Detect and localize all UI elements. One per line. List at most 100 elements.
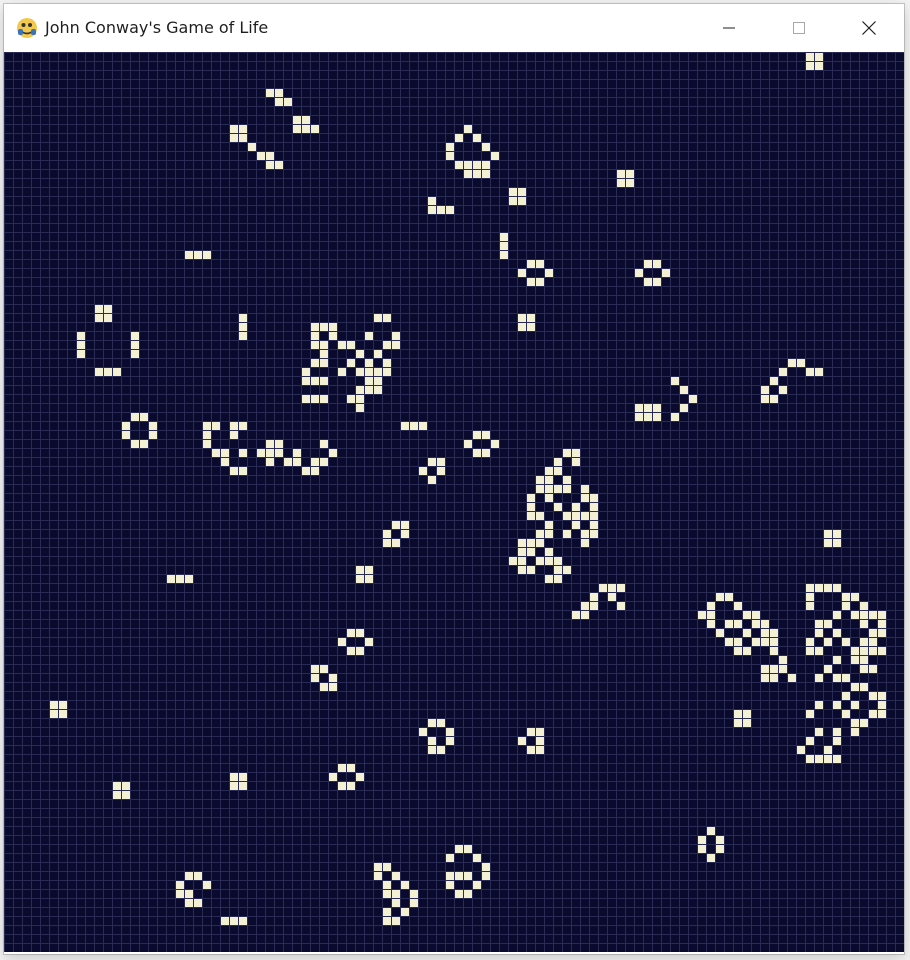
live-cell[interactable] — [356, 386, 364, 394]
live-cell[interactable] — [824, 638, 832, 646]
live-cell[interactable] — [473, 854, 481, 862]
live-cell[interactable] — [572, 521, 580, 529]
live-cell[interactable] — [383, 530, 391, 538]
live-cell[interactable] — [770, 647, 778, 655]
live-cell[interactable] — [509, 188, 517, 196]
live-cell[interactable] — [194, 872, 202, 880]
live-cell[interactable] — [527, 566, 535, 574]
live-cell[interactable] — [554, 575, 562, 583]
live-cell[interactable] — [311, 125, 319, 133]
live-cell[interactable] — [131, 350, 139, 358]
live-cell[interactable] — [815, 584, 823, 592]
live-cell[interactable] — [50, 710, 58, 718]
live-cell[interactable] — [824, 584, 832, 592]
live-cell[interactable] — [662, 269, 670, 277]
live-cell[interactable] — [50, 701, 58, 709]
live-cell[interactable] — [869, 638, 877, 646]
live-cell[interactable] — [230, 125, 238, 133]
live-cell[interactable] — [644, 260, 652, 268]
live-cell[interactable] — [401, 881, 409, 889]
live-cell[interactable] — [122, 791, 130, 799]
live-cell[interactable] — [860, 611, 868, 619]
live-cell[interactable] — [347, 341, 355, 349]
live-cell[interactable] — [473, 170, 481, 178]
live-cell[interactable] — [374, 377, 382, 385]
live-cell[interactable] — [824, 530, 832, 538]
live-cell[interactable] — [554, 485, 562, 493]
live-cell[interactable] — [437, 719, 445, 727]
live-cell[interactable] — [509, 197, 517, 205]
live-cell[interactable] — [527, 539, 535, 547]
live-cell[interactable] — [167, 575, 175, 583]
live-cell[interactable] — [644, 404, 652, 412]
live-cell[interactable] — [473, 134, 481, 142]
live-cell[interactable] — [563, 476, 571, 484]
live-cell[interactable] — [203, 422, 211, 430]
live-cell[interactable] — [401, 530, 409, 538]
live-cell[interactable] — [545, 557, 553, 565]
live-cell[interactable] — [347, 782, 355, 790]
live-cell[interactable] — [491, 440, 499, 448]
live-cell[interactable] — [302, 395, 310, 403]
live-cell[interactable] — [221, 917, 229, 925]
live-cell[interactable] — [824, 755, 832, 763]
live-cell[interactable] — [851, 728, 859, 736]
live-cell[interactable] — [806, 53, 814, 61]
live-cell[interactable] — [572, 449, 580, 457]
live-cell[interactable] — [788, 674, 796, 682]
live-cell[interactable] — [725, 593, 733, 601]
live-cell[interactable] — [185, 890, 193, 898]
live-cell[interactable] — [860, 638, 868, 646]
live-cell[interactable] — [626, 179, 634, 187]
live-cell[interactable] — [464, 440, 472, 448]
live-cell[interactable] — [815, 647, 823, 655]
live-cell[interactable] — [230, 422, 238, 430]
live-cell[interactable] — [356, 647, 364, 655]
live-cell[interactable] — [266, 161, 274, 169]
live-cell[interactable] — [545, 575, 553, 583]
live-cell[interactable] — [383, 341, 391, 349]
live-cell[interactable] — [104, 368, 112, 376]
live-cell[interactable] — [617, 170, 625, 178]
live-cell[interactable] — [239, 134, 247, 142]
live-cell[interactable] — [797, 746, 805, 754]
live-cell[interactable] — [239, 782, 247, 790]
live-cell[interactable] — [221, 458, 229, 466]
live-cell[interactable] — [761, 638, 769, 646]
live-cell[interactable] — [455, 134, 463, 142]
live-cell[interactable] — [329, 332, 337, 340]
live-cell[interactable] — [401, 908, 409, 916]
live-cell[interactable] — [518, 557, 526, 565]
live-cell[interactable] — [356, 350, 364, 358]
live-cell[interactable] — [500, 251, 508, 259]
live-cell[interactable] — [329, 323, 337, 331]
live-cell[interactable] — [311, 458, 319, 466]
live-cell[interactable] — [716, 836, 724, 844]
live-cell[interactable] — [230, 134, 238, 142]
live-cell[interactable] — [806, 602, 814, 610]
live-cell[interactable] — [572, 458, 580, 466]
live-cell[interactable] — [266, 440, 274, 448]
live-cell[interactable] — [203, 251, 211, 259]
live-cell[interactable] — [554, 467, 562, 475]
live-cell[interactable] — [356, 566, 364, 574]
minimize-button[interactable] — [694, 4, 764, 52]
live-cell[interactable] — [545, 521, 553, 529]
live-cell[interactable] — [374, 863, 382, 871]
live-cell[interactable] — [869, 710, 877, 718]
live-cell[interactable] — [527, 503, 535, 511]
title-bar[interactable]: John Conway's Game of Life — [4, 4, 904, 52]
live-cell[interactable] — [275, 98, 283, 106]
live-cell[interactable] — [293, 116, 301, 124]
live-cell[interactable] — [320, 350, 328, 358]
live-cell[interactable] — [356, 404, 364, 412]
game-board[interactable] — [4, 52, 904, 952]
live-cell[interactable] — [95, 368, 103, 376]
live-cell[interactable] — [572, 611, 580, 619]
live-cell[interactable] — [707, 827, 715, 835]
live-cell[interactable] — [347, 359, 355, 367]
live-cell[interactable] — [383, 881, 391, 889]
live-cell[interactable] — [446, 872, 454, 880]
live-cell[interactable] — [464, 125, 472, 133]
live-cell[interactable] — [185, 872, 193, 880]
